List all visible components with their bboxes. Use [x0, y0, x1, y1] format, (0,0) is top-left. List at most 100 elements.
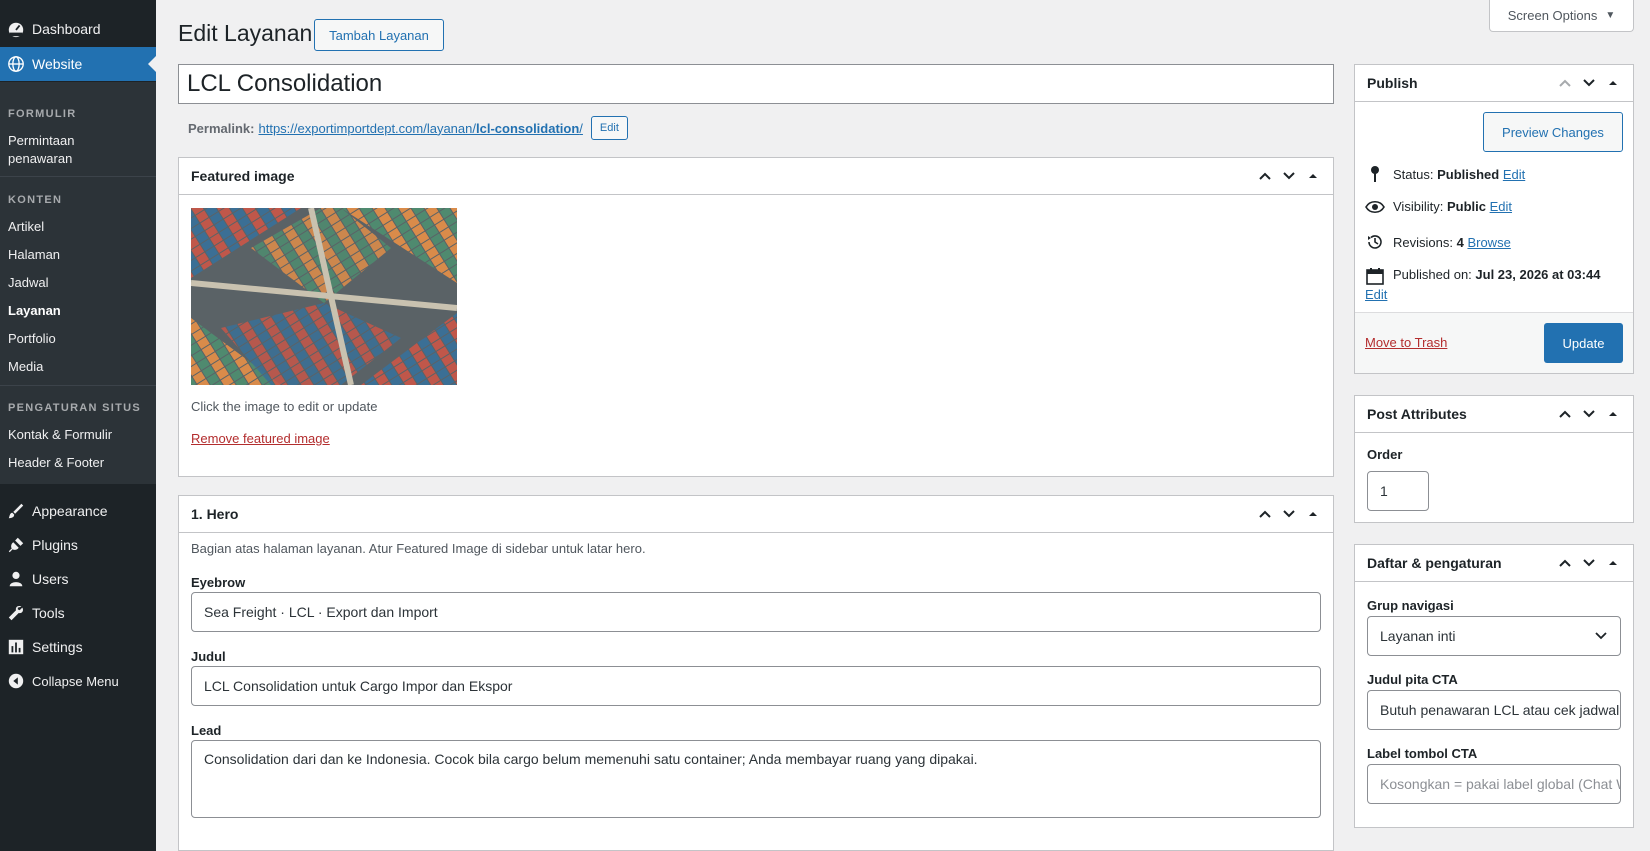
featured-image-title: Featured image	[191, 168, 295, 184]
post-attributes-title: Post Attributes	[1367, 406, 1467, 422]
add-new-layanan-button[interactable]: Tambah Layanan	[314, 19, 444, 51]
submenu-divider	[0, 176, 156, 177]
chevron-up-icon[interactable]	[1557, 75, 1573, 91]
permalink-edit-button[interactable]: Edit	[590, 116, 628, 140]
permalink-link[interactable]: https://exportimportdept.com/layanan/lcl…	[258, 121, 582, 136]
submenu-item-header-footer[interactable]: Header & Footer	[8, 454, 104, 472]
featured-image-thumbnail[interactable]	[191, 208, 457, 385]
menu-plugins[interactable]: Plugins	[0, 528, 156, 562]
grup-navigasi-select[interactable]: Layanan inti	[1367, 616, 1621, 656]
eye-icon	[1365, 200, 1385, 214]
visibility-label: Visibility:	[1393, 199, 1444, 214]
page-title: Edit Layanan	[178, 20, 313, 46]
judul-input[interactable]: LCL Consolidation untuk Cargo Impor dan …	[191, 666, 1321, 706]
move-to-trash-link[interactable]: Move to Trash	[1365, 335, 1447, 350]
eyebrow-input[interactable]: Sea Freight · LCL · Export dan Import	[191, 592, 1321, 632]
visibility-value: Public	[1446, 199, 1486, 214]
menu-tools[interactable]: Tools	[0, 596, 156, 630]
permalink-trail: /	[579, 120, 583, 136]
triangle-up-icon[interactable]	[1305, 168, 1321, 184]
triangle-up-icon[interactable]	[1605, 75, 1621, 91]
update-button[interactable]: Update	[1544, 323, 1623, 363]
history-icon	[1365, 233, 1385, 251]
permalink-slug: lcl-consolidation	[476, 120, 580, 136]
published-on-edit-link[interactable]: Edit	[1365, 287, 1387, 302]
preview-changes-button[interactable]: Preview Changes	[1483, 112, 1623, 152]
website-submenu: FORMULIR Permintaan penawaran KONTEN Art…	[0, 82, 156, 484]
triangle-up-icon[interactable]	[1305, 506, 1321, 522]
submenu-item-media[interactable]: Media	[8, 358, 43, 376]
menu-dashboard[interactable]: Dashboard	[0, 12, 156, 46]
settings-icon	[0, 638, 32, 656]
menu-settings-label: Settings	[32, 639, 83, 655]
plugin-icon	[0, 536, 32, 554]
publish-actions: Move to Trash Update	[1355, 312, 1633, 373]
hero-title: 1. Hero	[191, 506, 239, 522]
chevron-up-icon[interactable]	[1257, 168, 1273, 184]
collapse-menu-button[interactable]: Collapse Menu	[0, 664, 156, 698]
chevron-down-icon[interactable]	[1581, 555, 1597, 571]
revisions-row: Revisions: 4 Browse	[1365, 233, 1511, 251]
judul-label: Judul	[191, 649, 226, 664]
featured-image-help: Click the image to edit or update	[191, 399, 378, 414]
chevron-down-icon[interactable]	[1281, 506, 1297, 522]
triangle-up-icon[interactable]	[1605, 555, 1621, 571]
menu-tools-label: Tools	[32, 605, 65, 621]
label-tombol-cta-input[interactable]: Kosongkan = pakai label global (Chat Wha…	[1367, 764, 1621, 804]
daftar-pengaturan-title: Daftar & pengaturan	[1367, 555, 1502, 571]
submenu-item-permintaan-line2: penawaran	[8, 151, 73, 166]
menu-plugins-label: Plugins	[32, 537, 78, 553]
wrench-icon	[0, 604, 32, 622]
featured-image-box: Featured image Click the image to edit o…	[178, 157, 1334, 477]
grup-navigasi-label: Grup navigasi	[1367, 598, 1454, 613]
triangle-up-icon[interactable]	[1605, 406, 1621, 422]
screen-options-label: Screen Options	[1507, 8, 1598, 23]
submenu-item-portfolio[interactable]: Portfolio	[8, 330, 56, 348]
menu-appearance[interactable]: Appearance	[0, 494, 156, 528]
label-tombol-cta-label: Label tombol CTA	[1367, 746, 1478, 761]
featured-image-header: Featured image	[179, 158, 1333, 195]
screen-options-button[interactable]: Screen Options ▼	[1489, 0, 1634, 32]
chevron-up-icon[interactable]	[1257, 506, 1273, 522]
remove-featured-image-link[interactable]: Remove featured image	[191, 431, 330, 446]
chevron-up-icon[interactable]	[1557, 555, 1573, 571]
chevron-down-icon[interactable]	[1281, 168, 1297, 184]
status-edit-link[interactable]: Edit	[1503, 167, 1525, 182]
order-input[interactable]: 1	[1367, 471, 1429, 511]
menu-settings[interactable]: Settings	[0, 630, 156, 664]
publish-box: Publish Preview Changes Status: Publishe…	[1354, 64, 1634, 374]
menu-users[interactable]: Users	[0, 562, 156, 596]
submenu-item-permintaan[interactable]: Permintaan penawaran	[8, 132, 74, 168]
dashboard-icon	[0, 20, 32, 38]
submenu-heading-pengaturan: PENGATURAN SITUS	[8, 402, 142, 414]
published-on-row: Published on: Jul 23, 2026 at 03:44	[1365, 267, 1600, 285]
menu-website-label: Website	[32, 56, 83, 72]
revisions-browse-link[interactable]: Browse	[1467, 235, 1510, 250]
publish-header: Publish	[1355, 65, 1633, 102]
judul-pita-cta-input[interactable]: Butuh penawaran LCL atau cek jadwal?	[1367, 690, 1621, 730]
published-on-value: Jul 23, 2026 at 03:44	[1475, 267, 1601, 282]
chevron-down-icon[interactable]	[1581, 406, 1597, 422]
menu-users-label: Users	[32, 571, 69, 587]
lead-textarea[interactable]: Consolidation dari dan ke Indonesia. Coc…	[191, 740, 1321, 818]
post-title-input[interactable]: LCL Consolidation	[178, 64, 1334, 104]
permalink-base: https://exportimportdept.com/layanan/	[258, 120, 476, 136]
chevron-up-icon[interactable]	[1557, 406, 1573, 422]
submenu-item-layanan[interactable]: Layanan	[8, 302, 61, 320]
menu-website[interactable]: Website	[0, 47, 156, 81]
menu-dashboard-label: Dashboard	[32, 21, 101, 37]
submenu-item-kontak[interactable]: Kontak & Formulir	[8, 426, 112, 444]
publish-title: Publish	[1367, 75, 1418, 91]
judul-pita-cta-label: Judul pita CTA	[1367, 672, 1458, 687]
daftar-pengaturan-header: Daftar & pengaturan	[1355, 545, 1633, 582]
submenu-item-permintaan-line1: Permintaan	[8, 133, 75, 148]
chevron-down-icon[interactable]	[1581, 75, 1597, 91]
submenu-item-artikel[interactable]: Artikel	[8, 218, 44, 236]
hero-description: Bagian atas halaman layanan. Atur Featur…	[191, 541, 646, 556]
post-attributes-box: Post Attributes Order 1	[1354, 395, 1634, 523]
revisions-label: Revisions:	[1393, 234, 1453, 250]
pin-icon	[1365, 165, 1385, 183]
visibility-edit-link[interactable]: Edit	[1490, 199, 1512, 214]
submenu-item-halaman[interactable]: Halaman	[8, 246, 60, 264]
submenu-item-jadwal[interactable]: Jadwal	[8, 274, 48, 292]
